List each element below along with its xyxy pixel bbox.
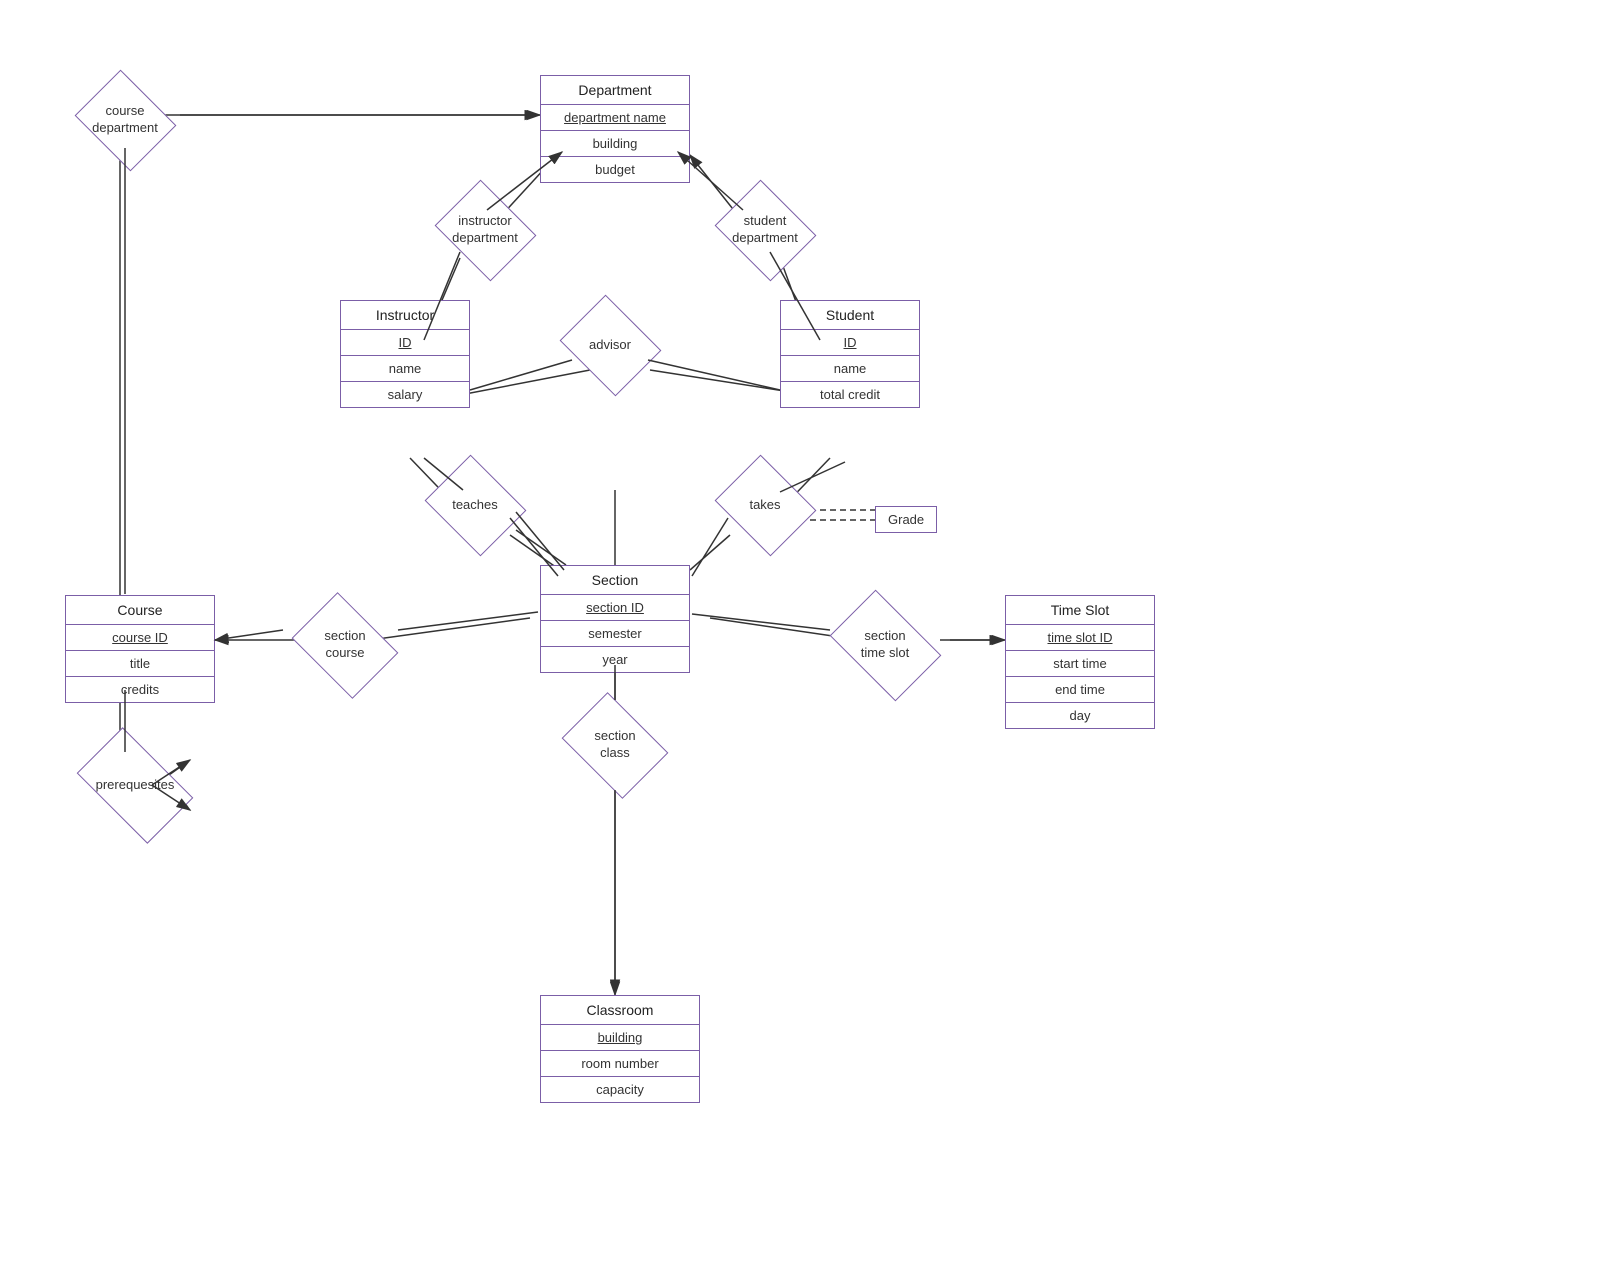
entity-instructor-title: Instructor	[341, 301, 469, 330]
entity-course-title: Course	[66, 596, 214, 625]
entity-department-title: Department	[541, 76, 689, 105]
rel-section-course: sectioncourse	[285, 600, 405, 690]
attr-section-year: year	[541, 647, 689, 672]
rel-advisor: advisor	[555, 300, 665, 390]
rel-section-class: sectionclass	[555, 700, 675, 790]
rel-teaches: teaches	[420, 460, 530, 550]
entity-student-title: Student	[781, 301, 919, 330]
attr-student-id: ID	[781, 330, 919, 356]
attr-instructor-id: ID	[341, 330, 469, 356]
attr-classroom-building: building	[541, 1025, 699, 1051]
rel-takes: takes	[710, 460, 820, 550]
er-diagram: Department department name building budg…	[0, 0, 1600, 1280]
entity-section: Section section ID semester year	[540, 565, 690, 673]
rel-student-department: studentdepartment	[710, 185, 820, 275]
entity-course: Course course ID title credits	[65, 595, 215, 703]
attr-grade: Grade	[875, 506, 937, 533]
attr-student-totalcredit: total credit	[781, 382, 919, 407]
entity-section-title: Section	[541, 566, 689, 595]
attr-timeslot-id: time slot ID	[1006, 625, 1154, 651]
attr-department-building: building	[541, 131, 689, 157]
attr-course-title: title	[66, 651, 214, 677]
entity-student: Student ID name total credit	[780, 300, 920, 408]
attr-course-credits: credits	[66, 677, 214, 702]
entity-instructor: Instructor ID name salary	[340, 300, 470, 408]
attr-classroom-roomnumber: room number	[541, 1051, 699, 1077]
rel-course-department: coursedepartment	[70, 75, 180, 165]
rel-section-timeslot: sectiontime slot	[820, 600, 950, 690]
attr-timeslot-day: day	[1006, 703, 1154, 728]
attr-department-budget: budget	[541, 157, 689, 182]
attr-department-name: department name	[541, 105, 689, 131]
attr-classroom-capacity: capacity	[541, 1077, 699, 1102]
entity-department: Department department name building budg…	[540, 75, 690, 183]
entity-timeslot-title: Time Slot	[1006, 596, 1154, 625]
attr-student-name: name	[781, 356, 919, 382]
entity-classroom-title: Classroom	[541, 996, 699, 1025]
entity-timeslot: Time Slot time slot ID start time end ti…	[1005, 595, 1155, 729]
attr-section-semester: semester	[541, 621, 689, 647]
attr-instructor-salary: salary	[341, 382, 469, 407]
attr-instructor-name: name	[341, 356, 469, 382]
attr-course-id: course ID	[66, 625, 214, 651]
rel-instructor-department: instructordepartment	[430, 185, 540, 275]
attr-timeslot-endtime: end time	[1006, 677, 1154, 703]
entity-classroom: Classroom building room number capacity	[540, 995, 700, 1103]
rel-prerequesites: prerequesites	[65, 740, 205, 830]
attr-timeslot-starttime: start time	[1006, 651, 1154, 677]
attr-section-id: section ID	[541, 595, 689, 621]
